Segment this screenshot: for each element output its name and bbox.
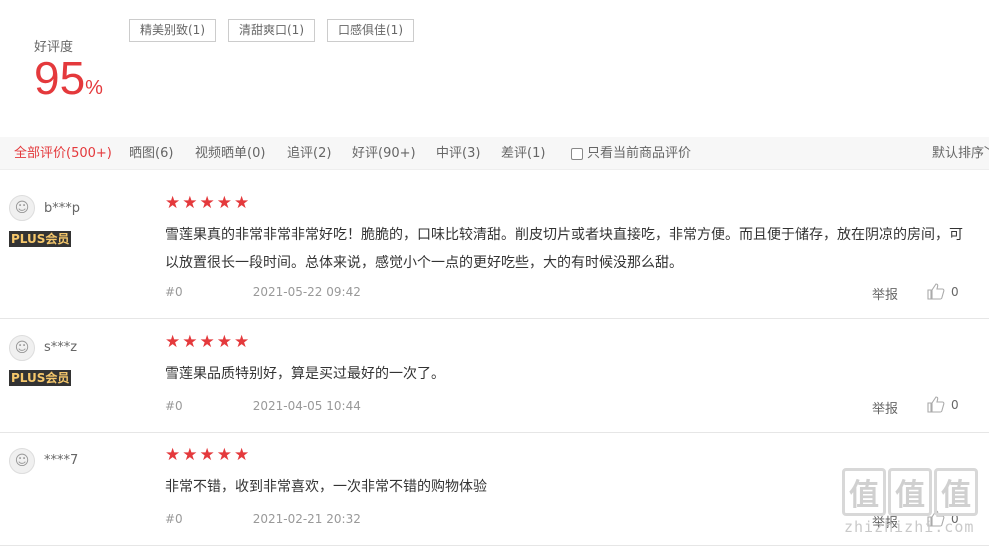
star-icon: ★ xyxy=(199,332,215,352)
site-watermark: 值 值 值 zhizhizhi.com xyxy=(842,468,982,536)
star-icon: ★ xyxy=(165,193,181,213)
chevron-down-icon: ﹀ xyxy=(984,146,989,161)
good-rate-value: 95% xyxy=(34,52,103,114)
like-count: 0 xyxy=(951,397,959,412)
user-avatar: ☺ xyxy=(9,335,35,361)
review-meta: #0 2021-04-05 10:44 xyxy=(165,399,361,413)
review-date: 2021-05-22 09:42 xyxy=(252,285,361,299)
review-meta: #0 2021-02-21 20:32 xyxy=(165,512,361,526)
star-icon: ★ xyxy=(216,332,232,352)
star-rating: ★ ★ ★ ★ ★ xyxy=(165,194,249,212)
review-index: #0 xyxy=(165,285,183,299)
star-icon: ★ xyxy=(199,193,215,213)
review-content: 雪莲果真的非常非常非常好吃！脆脆的，口味比较清甜。削皮切片或者块直接吃，非常方便… xyxy=(165,227,963,271)
star-icon: ★ xyxy=(199,445,215,465)
user-name: s***z xyxy=(44,340,78,355)
sort-dropdown[interactable]: 默认排序﹀ xyxy=(932,137,989,170)
watermark-glyph: 值 xyxy=(888,468,932,516)
review-filter-bar: 全部评价(500+) 晒图(6) 视频晒单(0) 追评(2) 好评(90+) 中… xyxy=(0,137,989,170)
sort-label: 默认排序 xyxy=(932,146,985,161)
star-icon: ★ xyxy=(234,445,250,465)
report-link[interactable]: 举报 xyxy=(872,398,898,417)
star-icon: ★ xyxy=(182,193,198,213)
tab-neutral[interactable]: 中评(3) xyxy=(436,137,480,170)
review-tag[interactable]: 口感俱佳(1) xyxy=(327,19,414,42)
rating-summary: 好评度 95% 精美别致(1) 清甜爽口(1) 口感俱佳(1) xyxy=(0,0,989,137)
current-product-filter[interactable]: 只看当前商品评价 xyxy=(571,137,691,170)
review-item: ☺ b***p PLUS会员 ★ ★ ★ ★ ★ 雪莲果真的非常非常非常好吃！脆脆的，口… xyxy=(0,170,989,319)
current-product-checkbox[interactable] xyxy=(571,147,583,160)
thumbs-up-icon xyxy=(927,396,945,413)
star-icon: ★ xyxy=(216,193,232,213)
good-rate-unit: % xyxy=(85,77,103,99)
like-count: 0 xyxy=(951,284,959,299)
tab-photos[interactable]: 晒图(6) xyxy=(129,137,173,170)
tab-all-reviews[interactable]: 全部评价(500+) xyxy=(14,137,112,170)
star-icon: ★ xyxy=(234,332,250,352)
star-rating: ★ ★ ★ ★ ★ xyxy=(165,333,249,351)
review-index: #0 xyxy=(165,399,183,413)
star-rating: ★ ★ ★ ★ ★ xyxy=(165,446,249,464)
watermark-url: zhizhizhi.com xyxy=(844,518,975,536)
thumbs-up-icon xyxy=(927,283,945,300)
like-button[interactable]: 0 xyxy=(927,396,959,413)
tab-negative[interactable]: 差评(1) xyxy=(501,137,545,170)
tab-positive[interactable]: 好评(90+) xyxy=(352,137,416,170)
plus-member-badge: PLUS会员 xyxy=(9,231,72,247)
review-index: #0 xyxy=(165,512,183,526)
tab-video[interactable]: 视频晒单(0) xyxy=(195,137,265,170)
plus-member-badge: PLUS会员 xyxy=(9,370,72,386)
review-item: ☺ ****7 ★ ★ ★ ★ ★ 非常不错，收到非常喜欢，一次非常不错的购物体验 #0… xyxy=(0,433,989,546)
star-icon: ★ xyxy=(216,445,232,465)
review-tag[interactable]: 清甜爽口(1) xyxy=(228,19,315,42)
review-date: 2021-04-05 10:44 xyxy=(252,399,361,413)
review-item: ☺ s***z PLUS会员 ★ ★ ★ ★ ★ 雪莲果品质特别好，算是买过最好的一次了… xyxy=(0,319,989,433)
user-avatar: ☺ xyxy=(9,448,35,474)
star-icon: ★ xyxy=(165,445,181,465)
watermark-glyph: 值 xyxy=(934,468,978,516)
review-date: 2021-02-21 20:32 xyxy=(252,512,361,526)
report-link[interactable]: 举报 xyxy=(872,284,898,303)
user-name: ****7 xyxy=(44,453,79,468)
good-rate-number: 95 xyxy=(34,52,86,104)
like-button[interactable]: 0 xyxy=(927,283,959,300)
user-avatar: ☺ xyxy=(9,195,35,221)
star-icon: ★ xyxy=(234,193,250,213)
review-tags: 精美别致(1) 清甜爽口(1) 口感俱佳(1) xyxy=(129,19,414,42)
star-icon: ★ xyxy=(165,332,181,352)
user-name: b***p xyxy=(44,201,81,216)
current-product-filter-label: 只看当前商品评价 xyxy=(587,146,692,161)
review-meta: #0 2021-05-22 09:42 xyxy=(165,285,361,299)
star-icon: ★ xyxy=(182,332,198,352)
tab-followup[interactable]: 追评(2) xyxy=(287,137,331,170)
watermark-glyph: 值 xyxy=(842,468,886,516)
review-tag[interactable]: 精美别致(1) xyxy=(129,19,216,42)
review-content: 雪莲果品质特别好，算是买过最好的一次了。 xyxy=(165,366,445,382)
star-icon: ★ xyxy=(182,445,198,465)
